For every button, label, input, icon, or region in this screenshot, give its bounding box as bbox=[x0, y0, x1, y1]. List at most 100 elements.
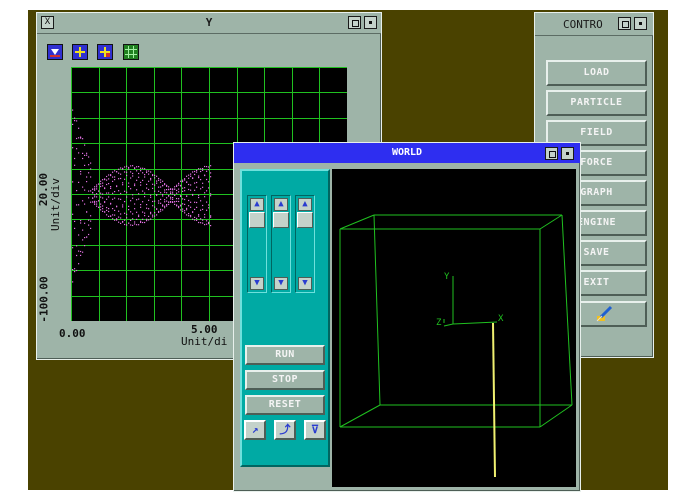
trace-point bbox=[132, 194, 134, 196]
trace-point bbox=[198, 196, 200, 199]
slider-3[interactable]: ▲ ▼ bbox=[295, 195, 315, 293]
trace-point bbox=[182, 210, 184, 212]
trace-point bbox=[114, 214, 116, 216]
trace-point bbox=[92, 188, 94, 190]
trace-point bbox=[194, 182, 196, 184]
trace-point bbox=[106, 214, 108, 216]
grid-tool-icon[interactable] bbox=[123, 44, 139, 60]
minimize-icon[interactable] bbox=[634, 17, 647, 30]
slider-down-arrow-icon[interactable]: ▼ bbox=[250, 277, 264, 290]
trace-point bbox=[78, 234, 80, 236]
camera-icon[interactable]: ⤴ bbox=[274, 420, 296, 440]
view-icon[interactable]: ⊽ bbox=[304, 420, 326, 440]
load-button[interactable]: LOAD bbox=[546, 60, 647, 86]
trace-point bbox=[94, 203, 96, 205]
trace-point bbox=[206, 178, 208, 181]
minimize-icon[interactable] bbox=[364, 16, 377, 29]
world-control-panel: ▲ ▼ ▲ ▼ ▲ ▼ RUN STOP RESET ↗ ⤴ ⊽ bbox=[240, 169, 330, 467]
trace-point bbox=[120, 217, 122, 219]
trace-point bbox=[198, 221, 200, 224]
slider-up-arrow-icon[interactable]: ▲ bbox=[274, 198, 288, 211]
trace-point bbox=[134, 221, 136, 223]
trace-point bbox=[86, 211, 88, 213]
trace-point bbox=[108, 210, 110, 213]
trace-point bbox=[76, 269, 78, 272]
maximize-icon[interactable] bbox=[348, 16, 361, 29]
trace-point bbox=[148, 180, 150, 182]
trace-point bbox=[184, 210, 186, 212]
trace-point bbox=[150, 194, 152, 196]
slider-up-arrow-icon[interactable]: ▲ bbox=[250, 198, 264, 211]
trace-point bbox=[182, 179, 184, 181]
trace-point bbox=[166, 185, 168, 187]
world-viewport[interactable]: Y X Z bbox=[332, 169, 576, 487]
trace-point bbox=[72, 269, 74, 271]
trace-point bbox=[106, 183, 108, 186]
trace-point bbox=[196, 186, 198, 188]
world-titlebar[interactable]: WORLD bbox=[234, 143, 580, 163]
trace-point bbox=[180, 209, 182, 211]
trace-point bbox=[120, 177, 122, 180]
trace-point bbox=[172, 201, 174, 203]
trace-point bbox=[134, 167, 136, 169]
trace-point bbox=[196, 206, 198, 208]
trace-point bbox=[162, 209, 164, 211]
trace-point bbox=[90, 162, 92, 164]
trace-point bbox=[154, 184, 156, 186]
trace-point bbox=[206, 190, 208, 192]
plot-titlebar[interactable]: X Y bbox=[37, 13, 381, 34]
trace-point bbox=[120, 213, 122, 215]
particle-button[interactable]: PARTICLE bbox=[546, 90, 647, 116]
trace-point bbox=[194, 216, 196, 218]
trace-point bbox=[116, 219, 118, 221]
stop-button[interactable]: STOP bbox=[245, 370, 325, 390]
slider-thumb[interactable] bbox=[297, 212, 313, 228]
trace-point bbox=[112, 192, 114, 194]
select-tool-icon[interactable] bbox=[47, 44, 63, 60]
trace-point bbox=[208, 181, 210, 183]
maximize-icon[interactable] bbox=[545, 147, 558, 160]
trace-point bbox=[118, 210, 120, 212]
trace-point bbox=[146, 170, 148, 172]
trace-point bbox=[152, 200, 154, 203]
trace-point bbox=[184, 190, 186, 192]
slider-down-arrow-icon[interactable]: ▼ bbox=[274, 277, 288, 290]
slider-thumb[interactable] bbox=[273, 212, 289, 228]
trace-point bbox=[94, 200, 96, 202]
slider-1[interactable]: ▲ ▼ bbox=[247, 195, 267, 293]
trace-point bbox=[114, 191, 116, 193]
trace-point bbox=[100, 192, 102, 194]
slider-2[interactable]: ▲ ▼ bbox=[271, 195, 291, 293]
trace-point bbox=[202, 222, 204, 224]
maximize-icon[interactable] bbox=[618, 17, 631, 30]
trace-point bbox=[180, 180, 182, 182]
trace-point bbox=[112, 180, 114, 182]
slider-up-arrow-icon[interactable]: ▲ bbox=[298, 198, 312, 211]
reset-button[interactable]: RESET bbox=[245, 395, 325, 415]
trace-point bbox=[88, 156, 90, 158]
crosshair-tool-icon[interactable] bbox=[72, 44, 88, 60]
rotate-icon[interactable]: ↗ bbox=[244, 420, 266, 440]
run-button[interactable]: RUN bbox=[245, 345, 325, 365]
trace-point bbox=[170, 196, 172, 198]
trace-point bbox=[202, 219, 204, 221]
trace-point bbox=[106, 192, 108, 194]
control-titlebar[interactable]: CONTRO bbox=[535, 13, 653, 36]
trace-point bbox=[102, 182, 104, 184]
trace-point bbox=[150, 211, 152, 213]
trace-point bbox=[80, 137, 82, 139]
trace-point bbox=[166, 204, 168, 206]
trace-point bbox=[72, 247, 74, 249]
slider-thumb[interactable] bbox=[249, 212, 265, 228]
trace-point bbox=[114, 170, 116, 172]
minimize-icon[interactable] bbox=[561, 147, 574, 160]
trace-point bbox=[156, 194, 158, 196]
trace-point bbox=[176, 185, 178, 187]
zoom-tool-icon[interactable] bbox=[97, 44, 113, 60]
trace-point bbox=[112, 218, 114, 220]
trace-point bbox=[112, 214, 114, 216]
trace-point bbox=[178, 188, 180, 190]
slider-down-arrow-icon[interactable]: ▼ bbox=[298, 277, 312, 290]
trace-point bbox=[86, 154, 88, 156]
trace-point bbox=[178, 207, 180, 209]
